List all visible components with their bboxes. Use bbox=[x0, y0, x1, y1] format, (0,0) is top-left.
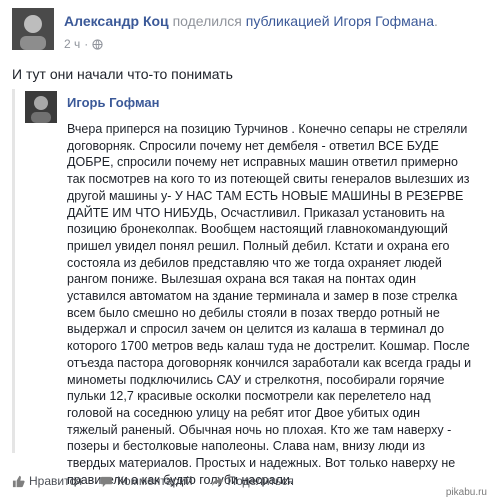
author-line: Александр Коц поделился публикацией Игор… bbox=[64, 13, 438, 29]
like-icon bbox=[12, 475, 25, 488]
author-avatar[interactable] bbox=[12, 8, 54, 50]
post-header: Александр Коц поделился публикацией Игор… bbox=[12, 8, 487, 52]
post-text: И тут они начали что-то понимать bbox=[12, 66, 233, 82]
share-label: Поделиться bbox=[227, 474, 294, 488]
share-button[interactable]: Поделиться bbox=[211, 474, 294, 488]
post-time[interactable]: 2 ч bbox=[64, 37, 80, 51]
shared-post-body: Вчера приперся на позицию Турчинов . Кон… bbox=[67, 121, 472, 488]
shared-suffix: . bbox=[434, 13, 438, 29]
shared-post: Игорь Гофман Вчера приперся на позицию Т… bbox=[12, 89, 486, 487]
share-icon bbox=[211, 475, 224, 488]
comment-icon bbox=[100, 475, 113, 488]
watermark: pikabu.ru bbox=[445, 487, 487, 498]
comment-label: Комментарий bbox=[116, 474, 193, 488]
shared-target-link[interactable]: публикацией Игоря Гофмана bbox=[246, 13, 434, 29]
shared-author-avatar[interactable] bbox=[25, 91, 57, 123]
like-label: Нравится bbox=[29, 474, 82, 488]
shared-post-text: Вчера приперся на позицию Турчинов . Кон… bbox=[67, 122, 472, 487]
post-meta: 2 ч · bbox=[64, 37, 103, 51]
globe-icon bbox=[92, 38, 103, 50]
shared-verb: поделился bbox=[172, 13, 242, 29]
shared-author-name[interactable]: Игорь Гофман bbox=[67, 95, 159, 110]
comment-button[interactable]: Комментарий bbox=[100, 474, 193, 488]
author-name[interactable]: Александр Коц bbox=[64, 13, 169, 29]
action-bar: Нравится Комментарий Поделиться bbox=[12, 470, 487, 492]
meta-separator: · bbox=[84, 37, 89, 51]
like-button[interactable]: Нравится bbox=[12, 474, 82, 488]
